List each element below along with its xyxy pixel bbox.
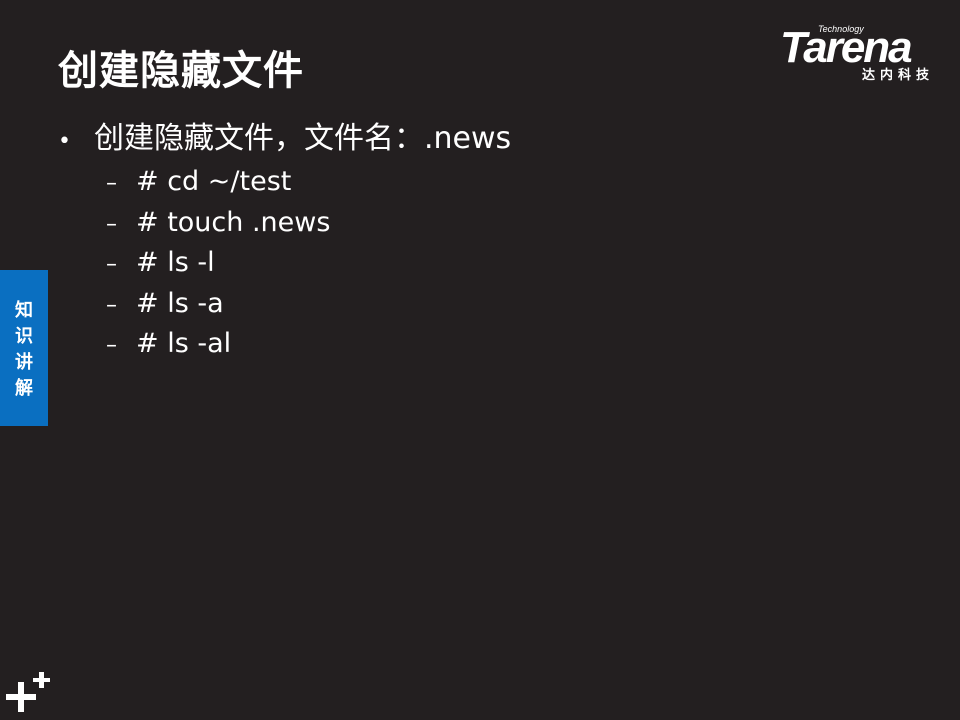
knowledge-explanation-tab: 知识讲解 (0, 270, 48, 426)
dash-icon: – (106, 171, 117, 196)
command-item: – # ls -a (58, 285, 918, 326)
slide-title: 创建隐藏文件 (58, 48, 304, 94)
side-tab-label: 知识讲解 (15, 300, 33, 399)
command-text: # ls -al (136, 328, 232, 359)
command-item: – # ls -al (58, 325, 918, 366)
command-text: # ls -l (136, 247, 215, 278)
plus-icon (6, 672, 50, 712)
command-text: # ls -a (136, 287, 224, 319)
dash-icon: – (106, 292, 117, 318)
command-text: # touch .news (136, 206, 331, 238)
slide-content: • 创建隐藏文件，文件名：.news – # cd ~/test – # tou… (58, 118, 918, 366)
logo-chinese-text: 达内科技 (862, 68, 935, 83)
command-list: – # cd ~/test – # touch .news – # ls -l … (58, 163, 918, 366)
bullet-item: • 创建隐藏文件，文件名：.news (58, 118, 918, 163)
dash-icon: – (106, 252, 117, 277)
bullet-text: 创建隐藏文件，文件名：.news (94, 121, 512, 156)
command-text: # cd ~/test (136, 166, 292, 197)
bullet-dot-icon: • (58, 129, 71, 154)
dash-icon: – (106, 211, 117, 237)
dash-icon: – (106, 333, 117, 358)
command-item: – # cd ~/test (58, 163, 918, 204)
tarena-logo: Technology Tarena 达内科技 (780, 24, 948, 84)
command-item: – # ls -l (58, 244, 918, 285)
command-item: – # touch .news (58, 204, 918, 245)
